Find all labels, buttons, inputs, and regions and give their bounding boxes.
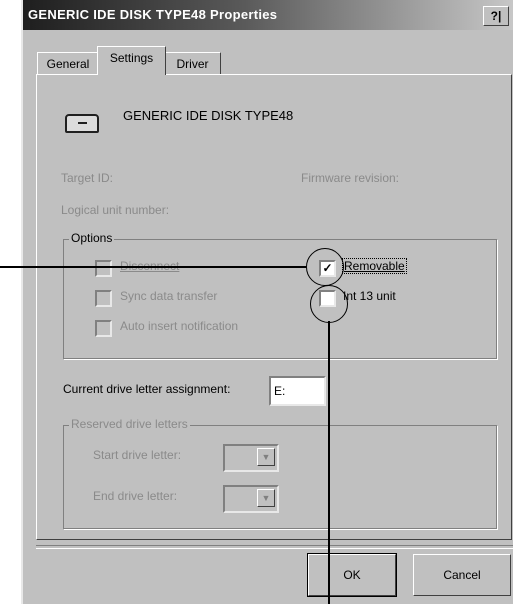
- help-button[interactable]: ?|: [483, 6, 509, 26]
- chevron-down-icon: ▼: [257, 448, 275, 466]
- reserved-drive-letters-label: Reserved drive letters: [69, 417, 190, 431]
- properties-dialog: GENERIC IDE DISK TYPE48 Properties ?| Ge…: [21, 0, 513, 604]
- drive-letter-field[interactable]: E:: [269, 376, 326, 406]
- callout-line-removable: [0, 266, 306, 268]
- options-group-label: Options: [69, 231, 115, 245]
- drive-letter-label: Current drive letter assignment:: [63, 382, 231, 396]
- reserved-drive-letters-group: [63, 425, 497, 529]
- divider: [36, 545, 513, 549]
- title-bar[interactable]: GENERIC IDE DISK TYPE48 Properties ?|: [23, 0, 513, 30]
- target-id-label: Target ID:: [61, 171, 114, 185]
- start-drive-letter-select[interactable]: ▼: [223, 444, 279, 472]
- sync-data-transfer-label: Sync data transfer: [120, 289, 218, 303]
- disk-drive-icon: [65, 114, 99, 133]
- disconnect-checkbox[interactable]: [95, 260, 112, 277]
- firmware-revision-label: Firmware revision:: [301, 171, 400, 185]
- auto-insert-checkbox[interactable]: [95, 320, 112, 337]
- cancel-button[interactable]: Cancel: [413, 554, 511, 596]
- callout-circle-removable: [306, 248, 344, 286]
- chevron-down-icon: ▼: [257, 489, 275, 507]
- ok-button[interactable]: OK: [307, 553, 397, 597]
- start-drive-letter-label: Start drive letter:: [93, 448, 182, 462]
- callout-circle-int13: [310, 285, 348, 323]
- removable-label: Removable: [342, 258, 407, 274]
- window-title: GENERIC IDE DISK TYPE48 Properties: [28, 7, 278, 22]
- tab-driver[interactable]: Driver: [164, 52, 221, 75]
- end-drive-letter-label: End drive letter:: [93, 489, 178, 503]
- device-name: GENERIC IDE DISK TYPE48: [123, 108, 294, 123]
- int13-unit-label: Int 13 unit: [343, 289, 396, 303]
- callout-line-int13: [328, 321, 330, 604]
- sync-data-transfer-checkbox[interactable]: [95, 290, 112, 307]
- tab-general[interactable]: General: [37, 52, 99, 75]
- tab-settings[interactable]: Settings: [97, 46, 166, 75]
- end-drive-letter-select[interactable]: ▼: [223, 485, 279, 513]
- auto-insert-label: Auto insert notification: [120, 319, 239, 333]
- logical-unit-label: Logical unit number:: [61, 203, 170, 217]
